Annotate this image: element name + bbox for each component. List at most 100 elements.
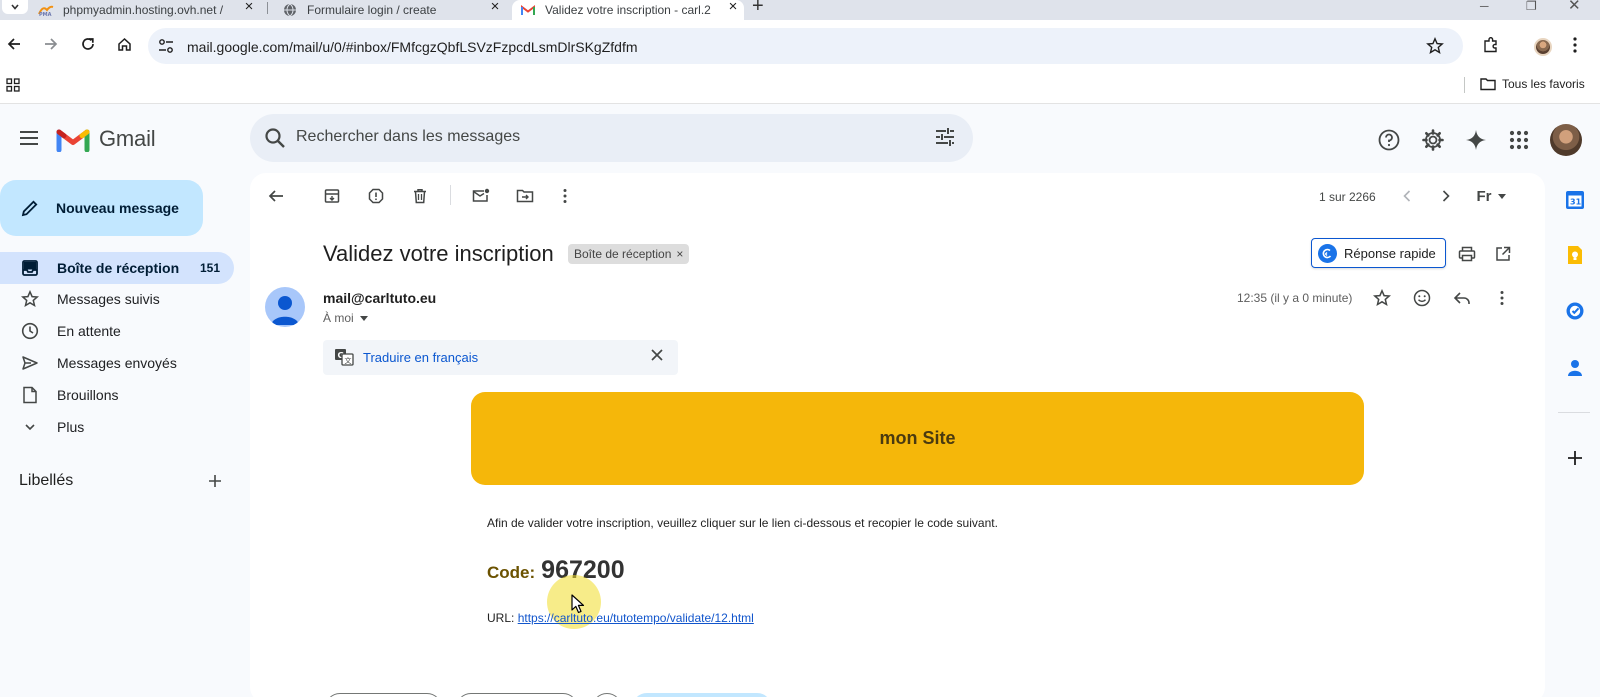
sidebar-item-starred[interactable]: Messages suivis bbox=[0, 283, 234, 315]
search-options-icon[interactable] bbox=[934, 126, 956, 153]
email-header-banner: mon Site bbox=[471, 392, 1364, 485]
quick-reply-button[interactable]: Réponse rapide bbox=[1311, 238, 1446, 268]
report-spam-icon[interactable] bbox=[366, 186, 386, 206]
new-tab-button[interactable]: + bbox=[752, 0, 764, 16]
open-new-window-icon[interactable] bbox=[1493, 244, 1513, 264]
add-label-icon[interactable] bbox=[207, 473, 223, 494]
google-apps-icon[interactable] bbox=[1507, 128, 1531, 152]
compose-button[interactable]: Nouveau message bbox=[0, 180, 203, 236]
close-tab-icon[interactable]: × bbox=[486, 0, 504, 14]
newer-chevron-icon[interactable] bbox=[1397, 186, 1417, 206]
sidebar-item-label: Messages envoyés bbox=[57, 355, 177, 371]
tab-phpmyadmin[interactable]: PMA phpmyadmin.hosting.ovh.net / × bbox=[38, 0, 260, 20]
svg-text:31: 31 bbox=[1570, 198, 1582, 207]
chrome-profile-avatar[interactable] bbox=[1534, 38, 1552, 56]
gmail-brand-text[interactable]: Gmail bbox=[99, 126, 156, 152]
tab-title: Formulaire login / create bbox=[307, 3, 437, 17]
extensions-icon[interactable] bbox=[1482, 36, 1500, 59]
label-chip-inbox[interactable]: Boîte de réception × bbox=[568, 244, 690, 264]
url-text: mail.google.com/mail/u/0/#inbox/FMfcgzQb… bbox=[187, 39, 638, 55]
email-body-text: Afin de valider votre inscription, veuil… bbox=[487, 516, 998, 530]
sidebar-item-label: En attente bbox=[57, 323, 121, 339]
gmail-logo-icon[interactable] bbox=[56, 126, 90, 157]
translate-bar: G文 Traduire en français bbox=[323, 340, 678, 375]
all-bookmarks-folder[interactable]: Tous les favoris bbox=[1480, 77, 1585, 91]
minimize-icon[interactable]: ─ bbox=[1480, 0, 1489, 12]
forward-icon[interactable] bbox=[43, 36, 59, 52]
clock-icon bbox=[20, 322, 40, 340]
sidebar-item-snoozed[interactable]: En attente bbox=[0, 315, 234, 347]
sidebar-item-inbox[interactable]: Boîte de réception 151 bbox=[0, 252, 234, 284]
bookmark-star-icon[interactable] bbox=[1426, 37, 1444, 60]
back-icon[interactable] bbox=[6, 36, 22, 52]
main-menu-icon[interactable] bbox=[18, 127, 40, 154]
archive-icon[interactable] bbox=[322, 186, 342, 206]
sidebar-item-more[interactable]: Plus bbox=[0, 411, 234, 443]
emoji-reaction-icon[interactable] bbox=[1412, 288, 1432, 308]
delete-icon[interactable] bbox=[410, 186, 430, 206]
reload-icon[interactable] bbox=[80, 36, 96, 52]
restore-icon[interactable]: ❐ bbox=[1526, 0, 1537, 12]
address-bar[interactable]: mail.google.com/mail/u/0/#inbox/FMfcgzQb… bbox=[148, 28, 1463, 64]
star-message-icon[interactable] bbox=[1372, 288, 1392, 308]
inbox-icon bbox=[20, 259, 40, 277]
svg-text:文: 文 bbox=[345, 356, 352, 365]
sidebar-item-label: Brouillons bbox=[57, 387, 119, 403]
apps-grid-icon[interactable] bbox=[6, 78, 20, 97]
mouse-pointer-icon bbox=[571, 594, 585, 619]
label-chip-text: Boîte de réception bbox=[574, 247, 672, 261]
close-tab-icon[interactable]: × bbox=[724, 0, 742, 14]
caret-down-icon bbox=[1497, 193, 1506, 199]
contacts-icon[interactable] bbox=[1563, 356, 1587, 380]
input-tools-selector[interactable]: Fr bbox=[1476, 186, 1506, 206]
validation-link[interactable]: https://carltuto.eu/tutotempo/validate/1… bbox=[518, 611, 754, 625]
forward-button[interactable] bbox=[456, 693, 578, 697]
tab-gmail-active[interactable]: Validez votre inscription - carl.2 × bbox=[512, 0, 744, 20]
account-avatar[interactable] bbox=[1550, 124, 1582, 156]
calendar-icon[interactable]: 31 bbox=[1563, 188, 1587, 212]
close-window-icon[interactable]: ✕ bbox=[1568, 0, 1581, 13]
settings-gear-icon[interactable] bbox=[1421, 128, 1445, 152]
help-icon[interactable] bbox=[1377, 128, 1401, 152]
translate-link[interactable]: Traduire en français bbox=[363, 350, 478, 365]
sidebar-item-drafts[interactable]: Brouillons bbox=[0, 379, 234, 411]
search-bar[interactable]: Rechercher dans les messages bbox=[250, 114, 973, 162]
reply-icon[interactable] bbox=[1452, 288, 1472, 308]
chevron-down-icon bbox=[11, 4, 19, 10]
older-chevron-icon[interactable] bbox=[1436, 186, 1456, 206]
search-icon[interactable] bbox=[264, 127, 286, 154]
url-label: URL: bbox=[487, 611, 515, 625]
keep-icon[interactable] bbox=[1563, 243, 1587, 267]
sender-avatar[interactable] bbox=[265, 287, 305, 327]
gemini-sparkle-icon[interactable] bbox=[1464, 128, 1488, 152]
site-info-icon[interactable] bbox=[158, 38, 174, 59]
recipient-details[interactable]: À moi bbox=[323, 311, 368, 325]
validation-url-line: URL: https://carltuto.eu/tutotempo/valid… bbox=[487, 611, 754, 625]
bookmarks-bar: Tous les favoris bbox=[0, 70, 1600, 104]
close-translate-icon[interactable] bbox=[650, 348, 664, 367]
reply-button[interactable] bbox=[325, 693, 442, 697]
back-to-inbox-icon[interactable] bbox=[266, 186, 286, 206]
mark-unread-icon[interactable] bbox=[471, 186, 491, 206]
toolbar-separator bbox=[450, 185, 451, 205]
close-tab-icon[interactable]: × bbox=[240, 0, 258, 14]
home-icon[interactable] bbox=[116, 36, 132, 52]
add-addon-icon[interactable] bbox=[1563, 446, 1587, 470]
message-more-icon[interactable] bbox=[1492, 288, 1512, 308]
tasks-icon[interactable] bbox=[1563, 299, 1587, 323]
unread-count: 151 bbox=[199, 261, 220, 275]
search-input[interactable]: Rechercher dans les messages bbox=[296, 128, 520, 146]
more-actions-icon[interactable] bbox=[555, 186, 575, 206]
move-to-icon[interactable] bbox=[515, 186, 535, 206]
sender-email[interactable]: mail@carltuto.eu bbox=[323, 290, 436, 306]
remove-label-icon[interactable]: × bbox=[676, 247, 683, 261]
chrome-menu-icon[interactable] bbox=[1572, 36, 1578, 59]
browser-tab-strip: PMA phpmyadmin.hosting.ovh.net / × Formu… bbox=[0, 0, 1600, 20]
sidebar-item-sent[interactable]: Messages envoyés bbox=[0, 347, 234, 379]
tab-formulaire[interactable]: Formulaire login / create × bbox=[282, 0, 506, 20]
sidebar-item-label: Boîte de réception bbox=[57, 260, 180, 276]
tab-search-button[interactable] bbox=[2, 0, 28, 14]
bookmarks-folder-label: Tous les favoris bbox=[1502, 77, 1585, 91]
print-icon[interactable] bbox=[1457, 244, 1477, 264]
suggested-reply-button[interactable] bbox=[632, 693, 772, 697]
